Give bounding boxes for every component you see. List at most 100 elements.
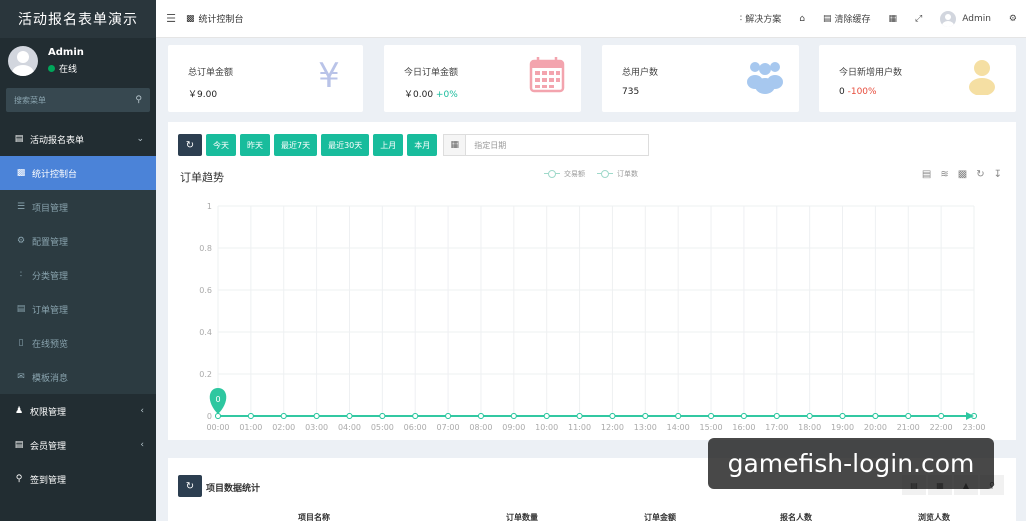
- sidebar-item-projects[interactable]: ☰ 项目管理: [0, 190, 156, 224]
- x-tick-label: 06:00: [404, 423, 427, 432]
- series-point: [543, 413, 550, 419]
- yen-icon: ¥: [318, 56, 340, 95]
- stat-card-new-users: 今日新增用户数 0 -100%: [819, 45, 1016, 112]
- stat-value: 0 -100%: [839, 87, 877, 97]
- stat-value: ￥0.00 +0%: [404, 90, 458, 100]
- data-view-icon[interactable]: ▤: [922, 169, 931, 180]
- sidebar-item-permissions[interactable]: ♟ 权限管理 ‹: [0, 394, 156, 428]
- series-point: [839, 413, 846, 419]
- stat-card-today-amount: 今日订单金额 ￥0.00 +0%: [384, 45, 581, 112]
- sidebar-item-templates[interactable]: ✉ 模板消息: [0, 360, 156, 394]
- gears-icon: ⚙: [1008, 13, 1017, 24]
- legend-item[interactable]: 订单数: [597, 169, 638, 179]
- language-button[interactable]: ▦: [880, 0, 907, 38]
- avatar: [940, 10, 957, 27]
- filter-yesterday-button[interactable]: 昨天: [240, 134, 270, 156]
- clear-cache-label: 清除缓存: [834, 15, 871, 25]
- series-point: [215, 413, 221, 419]
- sidebar-item-label: 统计控制台: [32, 169, 78, 180]
- filter-last7-button[interactable]: 最近7天: [274, 134, 318, 156]
- legend-item[interactable]: 交易额: [544, 169, 585, 179]
- menu-search-placeholder: 搜索菜单: [14, 95, 46, 105]
- stat-label: 总用户数: [622, 68, 659, 78]
- refresh-button[interactable]: ↻: [178, 134, 202, 156]
- solution-label: 解决方案: [745, 15, 782, 25]
- sidebar-item-label: 配置管理: [32, 237, 69, 248]
- x-tick-label: 05:00: [371, 423, 394, 432]
- sidebar-item-category[interactable]: ∶ 分类管理: [0, 258, 156, 292]
- restore-icon[interactable]: ↻: [976, 169, 984, 180]
- filter-last-month-button[interactable]: 上月: [373, 134, 404, 156]
- fullscreen-button[interactable]: ⤢: [906, 0, 931, 38]
- breadcrumb-label: 统计控制台: [198, 15, 244, 25]
- user-name: Admin: [48, 47, 84, 58]
- stat-card-total-amount: 总订单金额 ￥9.00 ¥: [168, 45, 363, 112]
- watermark: gamefish-login.com: [708, 438, 994, 489]
- sidebar-item-dashboard[interactable]: ▩ 统计控制台: [0, 156, 156, 190]
- series-point: [510, 413, 517, 419]
- sidebar-item-members[interactable]: ▤ 会员管理 ‹: [0, 428, 156, 462]
- series-point: [642, 413, 649, 419]
- solution-link[interactable]: ∶ 解决方案: [731, 0, 790, 38]
- x-tick-label: 04:00: [338, 423, 361, 432]
- x-tick-label: 15:00: [700, 423, 723, 432]
- series-point: [346, 413, 353, 419]
- series-point: [576, 413, 583, 419]
- bar-chart-icon[interactable]: ▩: [958, 169, 967, 180]
- sidebar-item-config[interactable]: ⚙ 配置管理: [0, 224, 156, 258]
- date-picker[interactable]: ▦ 指定日期: [443, 134, 650, 156]
- user-panel: Admin 在线: [0, 38, 156, 84]
- admin-menu[interactable]: Admin: [931, 0, 1000, 38]
- line-chart-icon[interactable]: ≋: [940, 169, 948, 180]
- sidebar-item-label: 权限管理: [30, 407, 67, 418]
- order-trend-panel: ↻ 今天 昨天 最近7天 最近30天 上月 本月 ▦ 指定日期 订单趋势 交易额…: [168, 122, 1016, 440]
- sidebar-item-preview[interactable]: ▯ 在线预览: [0, 326, 156, 360]
- date-input[interactable]: 指定日期: [466, 135, 648, 155]
- clear-cache-button[interactable]: ▤ 清除缓存: [814, 0, 880, 38]
- y-tick-label: 0.2: [199, 370, 212, 379]
- x-tick-label: 08:00: [469, 423, 492, 432]
- top-header: ☰ ▩ 统计控制台 ∶ 解决方案 ⌂ ▤ 清除缓存 ▦ ⤢ Admin ⚙: [156, 0, 1026, 38]
- svg-text:¥: ¥: [318, 56, 340, 95]
- settings-button[interactable]: ⚙: [1000, 0, 1026, 38]
- x-tick-label: 10:00: [535, 423, 558, 432]
- series-point: [379, 413, 386, 419]
- stat-value: ￥9.00: [188, 90, 218, 100]
- search-icon[interactable]: ⚲: [135, 95, 142, 105]
- breadcrumb[interactable]: ▩ 统计控制台: [186, 12, 244, 26]
- table-header-cell: 浏览人数: [918, 513, 950, 521]
- x-tick-label: 03:00: [305, 423, 328, 432]
- sidebar-item-event-form[interactable]: ▤ 活动报名表单 ⌄: [0, 122, 156, 156]
- user-status-text: 在线: [59, 65, 78, 75]
- filter-last30-button[interactable]: 最近30天: [321, 134, 370, 156]
- chart-legend: 交易额 订单数: [544, 169, 650, 179]
- bar-chart-icon: ▩: [16, 168, 26, 178]
- sidebar-item-orders[interactable]: ▤ 订单管理: [0, 292, 156, 326]
- series-point: [412, 413, 419, 419]
- x-tick-label: 11:00: [568, 423, 591, 432]
- gear-icon: ⚙: [16, 236, 26, 246]
- sidebar-item-checkin[interactable]: ⚲ 签到管理: [0, 462, 156, 496]
- home-button[interactable]: ⌂: [790, 0, 814, 38]
- sidebar-item-label: 会员管理: [30, 441, 67, 452]
- users-icon: ♟: [14, 406, 24, 416]
- stat-label: 今日订单金额: [404, 68, 459, 78]
- stat-card-total-users: 总用户数 735: [602, 45, 799, 112]
- series-point: [477, 413, 484, 419]
- x-tick-label: 12:00: [601, 423, 624, 432]
- brand-title[interactable]: 活动报名表单演示: [0, 0, 156, 38]
- filter-today-button[interactable]: 今天: [206, 134, 236, 156]
- x-tick-label: 17:00: [765, 423, 788, 432]
- refresh-button[interactable]: ↻: [178, 475, 202, 497]
- series-point: [872, 413, 879, 419]
- menu-toggle-icon[interactable]: ☰: [156, 12, 186, 25]
- menu-search-input[interactable]: 搜索菜单 ⚲: [6, 88, 150, 112]
- sidebar-item-label: 分类管理: [32, 271, 69, 282]
- stat-change: -100%: [847, 87, 877, 97]
- list-icon: ▤: [14, 440, 24, 450]
- fullscreen-icon: ⤢: [915, 13, 923, 24]
- table-header-cell: 订单金额: [644, 513, 676, 521]
- download-icon[interactable]: ↧: [994, 169, 1002, 180]
- filter-this-month-button[interactable]: 本月: [407, 134, 438, 156]
- bar-chart-icon: ▩: [186, 13, 195, 24]
